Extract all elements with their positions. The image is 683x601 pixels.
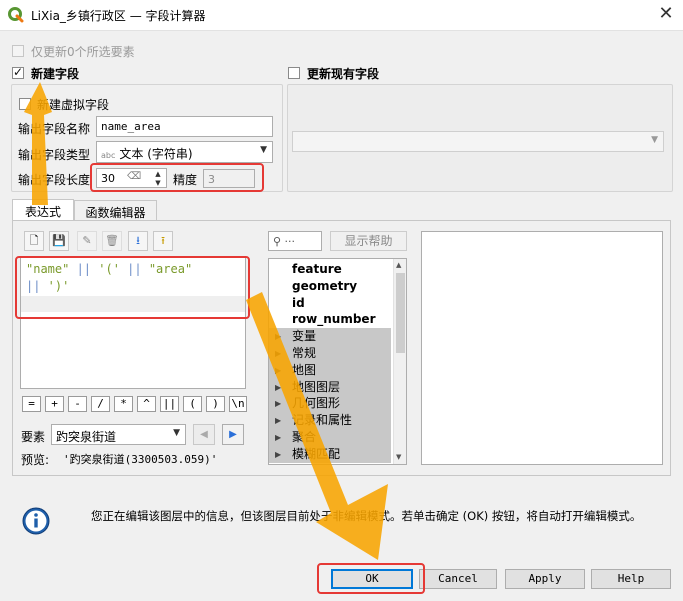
expand-arrow-icon[interactable]: ▶ (275, 362, 281, 379)
output-name-label: 输出字段名称 (18, 122, 91, 136)
operator-multiply-button[interactable]: * (114, 396, 133, 412)
annotation-box-expression (15, 256, 250, 319)
qgis-logo-icon (8, 7, 24, 23)
operator-concat-button[interactable]: || (160, 396, 179, 412)
close-icon[interactable]: ✕ (655, 3, 677, 25)
expand-arrow-icon[interactable]: ▶ (275, 379, 281, 396)
expand-arrow-icon[interactable]: ▶ (275, 395, 281, 412)
function-group[interactable]: ▶ 模糊匹配 (269, 445, 391, 463)
preview-label: 预览: (21, 453, 50, 467)
existing-field-select[interactable]: ▼ (292, 131, 664, 152)
function-item[interactable]: feature (269, 261, 391, 278)
expand-arrow-icon[interactable]: ▶ (275, 446, 281, 463)
function-list-scrollbar[interactable]: ▲ ▼ (393, 259, 406, 464)
help-button[interactable]: Help (591, 569, 671, 589)
window-title: LiXia_乡镇行政区 — 字段计算器 (31, 9, 206, 23)
function-item-label: 地图图层 (292, 379, 341, 394)
cancel-button[interactable]: Cancel (419, 569, 497, 589)
export-icon[interactable]: ⭱ (153, 231, 173, 251)
function-item-label: 记录和属性 (292, 413, 353, 428)
expand-arrow-icon[interactable]: ▶ (275, 345, 281, 362)
function-item-label: geometry (292, 278, 358, 293)
apply-button[interactable]: Apply (505, 569, 585, 589)
function-item[interactable]: row_number (269, 311, 391, 328)
operator-divide-button[interactable]: / (91, 396, 110, 412)
update-existing-label: 更新现有字段 (307, 67, 380, 81)
feature-label: 要素 (21, 430, 46, 444)
function-group[interactable]: ▶ 常规 (269, 345, 391, 362)
operator-close-paren-button[interactable]: ) (206, 396, 225, 412)
preview-value: '趵突泉街道(3300503.059)' (63, 453, 218, 466)
operator-open-paren-button[interactable]: ( (183, 396, 202, 412)
expand-arrow-icon[interactable]: ▶ (275, 412, 281, 429)
function-item-label: 聚合 (292, 430, 317, 444)
function-item-label: row_number (292, 312, 376, 327)
chevron-down-icon: ▼ (173, 428, 180, 438)
edit-icon[interactable]: ✎ (77, 231, 97, 251)
output-length-label: 输出字段长度 (18, 173, 91, 187)
operator-power-button[interactable]: ^ (137, 396, 156, 412)
function-group[interactable]: ▶ 变量 (269, 328, 391, 346)
scroll-down-icon[interactable]: ▼ (396, 453, 401, 461)
info-message: 您正在编辑该图层中的信息，但该图层目前处于非编辑模式。若单击确定 (OK) 按钮… (91, 509, 642, 523)
function-group[interactable]: ▶ 聚合 (269, 429, 391, 446)
operator-equals-button[interactable]: = (22, 396, 41, 412)
feature-select[interactable]: 趵突泉街道 ▼ (51, 424, 186, 445)
new-field-label: 新建字段 (31, 67, 80, 81)
output-name-input[interactable]: name_area (96, 116, 273, 137)
help-panel (421, 231, 663, 465)
info-icon (22, 507, 50, 535)
text-type-icon: abc (101, 151, 116, 160)
next-feature-icon[interactable]: ▶ (222, 424, 244, 445)
only-selected-checkbox[interactable] (12, 45, 24, 57)
function-search-input[interactable]: ⚲ ··· (268, 231, 322, 251)
scroll-thumb[interactable] (396, 273, 405, 353)
import-icon[interactable]: ⭳ (128, 231, 148, 251)
function-group[interactable]: ▶ 记录和属性 (269, 412, 391, 430)
previous-feature-icon[interactable]: ◀ (193, 424, 215, 445)
chevron-down-icon: ▼ (651, 135, 658, 145)
expand-arrow-icon[interactable]: ▶ (275, 328, 281, 345)
function-group[interactable]: ▶ 地图 (269, 361, 391, 379)
function-item-label: 几何图形 (292, 396, 341, 411)
operator-bar: = + - / * ^ || ( ) \n (22, 396, 247, 414)
tab-function-editor[interactable]: 函数编辑器 (74, 200, 157, 221)
new-field-checkbox[interactable] (12, 65, 24, 79)
annotation-box-ok (317, 563, 425, 594)
output-type-label: 输出字段类型 (18, 148, 91, 162)
update-existing-checkbox[interactable] (288, 67, 300, 79)
function-item-label: 地图 (292, 362, 317, 377)
show-help-button[interactable]: 显示帮助 (330, 231, 407, 251)
function-group[interactable]: ▶ 几何图形 (269, 395, 391, 413)
virtual-field-label: 新建虚拟字段 (37, 98, 110, 112)
virtual-field-checkbox[interactable] (19, 98, 31, 110)
annotation-box-length (90, 163, 264, 192)
expand-arrow-icon[interactable]: ▶ (275, 429, 281, 446)
function-item-label: 变量 (292, 329, 317, 344)
tab-expression[interactable]: 表达式 (12, 199, 74, 221)
only-selected-label: 仅更新0个所选要素 (31, 45, 135, 59)
function-item-label: feature (292, 262, 342, 276)
title-bar: LiXia_乡镇行政区 — 字段计算器 ✕ (0, 0, 683, 31)
function-item[interactable]: id (269, 295, 391, 312)
new-file-icon[interactable]: 🗋 (24, 231, 44, 251)
feature-value: 趵突泉街道 (56, 430, 117, 444)
operator-minus-button[interactable]: - (68, 396, 87, 412)
function-group[interactable]: ▶ 地图图层 (269, 378, 391, 396)
function-item-label: 常规 (292, 346, 317, 360)
output-type-select[interactable]: abc 文本 (字符串) ▼ (96, 141, 273, 163)
function-item-label: 模糊匹配 (292, 446, 341, 461)
delete-icon[interactable]: 🗑 (102, 231, 122, 251)
scroll-up-icon[interactable]: ▲ (396, 261, 401, 269)
save-icon[interactable]: 💾 (49, 231, 69, 251)
output-type-value: 文本 (字符串) (119, 147, 193, 161)
function-list[interactable]: feature geometry id row_number ▶ 变量 ▶ 常规 ▶ 地图 ▶ 地图图… (268, 258, 407, 465)
chevron-down-icon: ▼ (260, 145, 267, 155)
function-item-label: id (292, 295, 305, 310)
operator-newline-button[interactable]: \n (229, 396, 247, 412)
function-item[interactable]: geometry (269, 278, 391, 295)
operator-plus-button[interactable]: + (45, 396, 64, 412)
